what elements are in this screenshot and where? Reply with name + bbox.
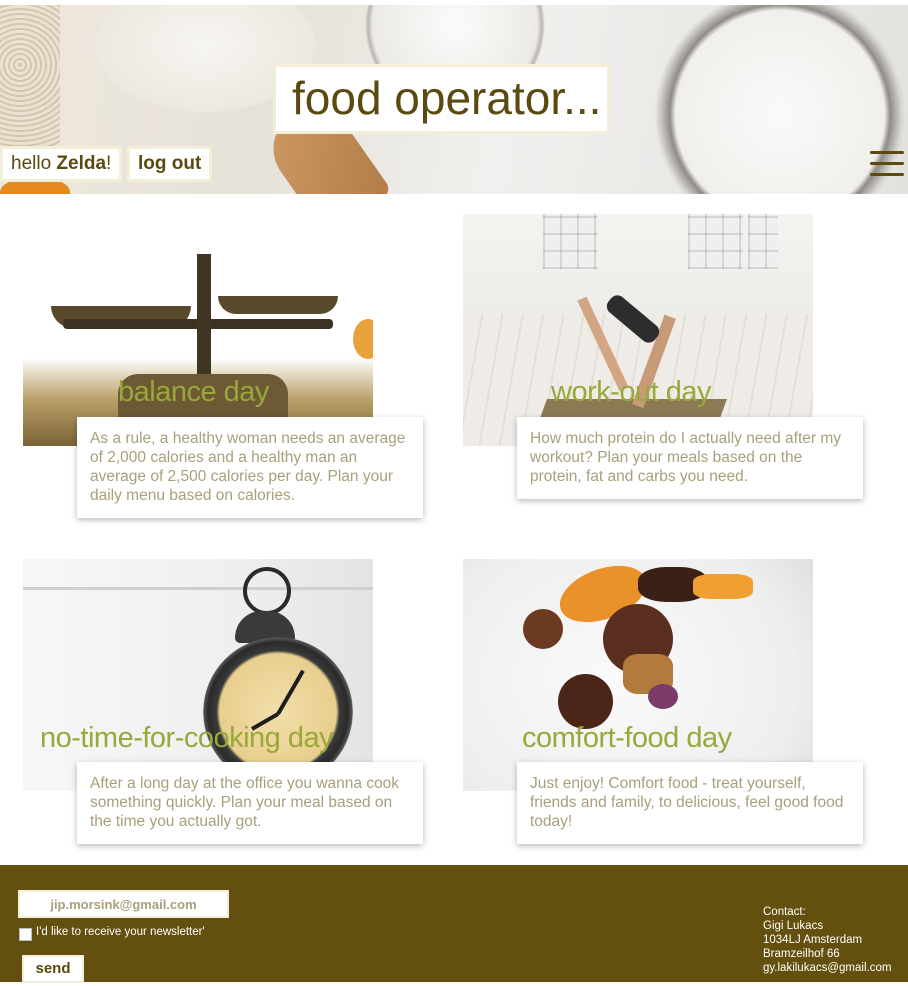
contact-postcode-city: 1034LJ Amsterdam [763,934,863,946]
shelf-line [23,587,373,590]
greeting-suffix: ! [106,153,112,174]
card-title[interactable]: no-time-for-cooking day [40,721,334,755]
send-button[interactable]: send [22,955,84,983]
dessert-fruit [693,574,753,599]
clock-ring [243,567,291,615]
logout-button[interactable]: log out [127,146,213,182]
fruit [353,319,373,359]
contact-street: Bramzeilhof 66 [763,948,840,960]
newsletter-email-field[interactable] [18,890,229,918]
contact-block: Contact: Gigi Lukacs 1034LJ Amsterdam Br… [763,905,891,975]
user-greeting: hello Zelda! [0,146,123,182]
card-description: Just enjoy! Comfort food - treat yoursel… [517,762,863,844]
hamburger-menu-icon[interactable] [870,151,904,177]
card-no-time-for-cooking-day[interactable]: no-time-for-cooking day After a long day… [23,559,443,869]
window [748,214,778,269]
card-image-scale [23,214,373,446]
contact-name: Gigi Lukacs [763,920,824,932]
user-name: Zelda [56,153,107,174]
greeting-prefix: hello [11,153,57,174]
footer: I'd like to receive your newsletter' sen… [0,865,908,983]
card-title[interactable]: comfort-food day [522,721,732,755]
card-title[interactable]: work-out day [551,375,712,409]
card-description: After a long day at the office you wanna… [77,762,423,844]
card-title[interactable]: balance day [118,375,269,409]
newsletter-label: I'd like to receive your newsletter' [36,926,205,938]
hamburger-line [870,173,904,176]
card-work-out-day[interactable]: work-out day How much protein do I actua… [463,214,883,524]
dessert-berry [648,684,678,709]
figure-torso [603,292,663,346]
page: food operator... hello Zelda! log out ba… [0,0,908,986]
window [688,214,743,269]
header-image-oats [0,5,60,155]
card-comfort-food-day[interactable]: comfort-food day Just enjoy! Comfort foo… [463,559,883,869]
hamburger-line [870,162,904,165]
contact-heading: Contact: [763,906,806,918]
card-image-yoga [463,214,813,446]
card-image-dessert [463,559,813,791]
card-description: How much protein do I actually need afte… [517,417,863,499]
hamburger-line [870,151,904,154]
card-balance-day[interactable]: balance day As a rule, a healthy woman n… [23,214,443,524]
window [543,214,598,269]
card-description: As a rule, a healthy woman needs an aver… [77,417,423,518]
dessert-chocolate-swirl [523,609,563,649]
contact-email[interactable]: gy.lakilukacs@gmail.com [763,961,891,975]
scale-post [197,254,211,384]
site-title[interactable]: food operator... [273,64,611,134]
header-banner: food operator... hello Zelda! log out [0,5,908,194]
newsletter-checkbox[interactable] [19,928,32,941]
card-image-clock [23,559,373,791]
scale-pan-right [218,296,338,314]
